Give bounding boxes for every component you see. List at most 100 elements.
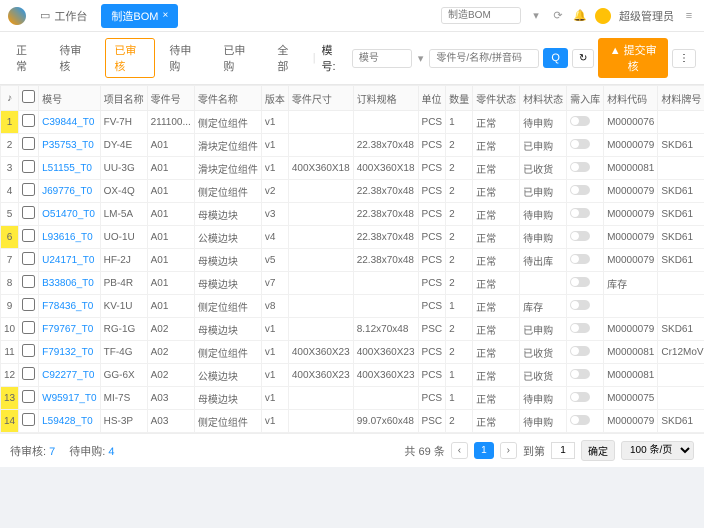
cell-model[interactable]: J69776_T0 bbox=[39, 180, 100, 203]
close-icon[interactable]: × bbox=[162, 10, 168, 21]
col-header[interactable]: 零件状态 bbox=[473, 86, 520, 111]
col-header[interactable]: 零件名称 bbox=[194, 86, 261, 111]
submit-review-button[interactable]: ▲ 提交审核 bbox=[598, 38, 668, 78]
store-toggle[interactable] bbox=[570, 415, 590, 425]
row-checkbox[interactable] bbox=[22, 206, 35, 219]
store-toggle[interactable] bbox=[570, 185, 590, 195]
table-row[interactable]: 1 C39844_T0 FV-7H 211100... 侧定位组件 v1 PCS… bbox=[1, 111, 704, 134]
page-1-button[interactable]: 1 bbox=[474, 442, 494, 459]
dropdown-icon[interactable]: ▾ bbox=[529, 9, 543, 23]
prev-page-button[interactable]: ‹ bbox=[451, 442, 468, 459]
cell-model[interactable]: U24171_T0 bbox=[39, 249, 100, 272]
page-size-select[interactable]: 100 条/页 bbox=[621, 441, 694, 460]
tab-bom[interactable]: 制造BOM× bbox=[101, 4, 178, 28]
col-header[interactable]: 数量 bbox=[446, 86, 473, 111]
cell-model[interactable]: O51470_T0 bbox=[39, 203, 100, 226]
row-checkbox[interactable] bbox=[22, 275, 35, 288]
table-row[interactable]: 5 O51470_T0 LM-5A A01 母模边块 v3 22.38x70x4… bbox=[1, 203, 704, 226]
row-checkbox[interactable] bbox=[22, 413, 35, 426]
store-toggle[interactable] bbox=[570, 300, 590, 310]
col-header[interactable]: 零件号 bbox=[147, 86, 194, 111]
table-row[interactable]: 2 P35753_T0 DY-4E A01 滑块定位组件 v1 22.38x70… bbox=[1, 134, 704, 157]
store-toggle[interactable] bbox=[570, 162, 590, 172]
cell-model[interactable]: P35753_T0 bbox=[39, 134, 100, 157]
store-toggle[interactable] bbox=[570, 392, 590, 402]
cell-model[interactable]: L51155_T0 bbox=[39, 157, 100, 180]
row-checkbox[interactable] bbox=[22, 229, 35, 242]
row-checkbox[interactable] bbox=[22, 137, 35, 150]
cell-model[interactable]: F79132_T0 bbox=[39, 341, 100, 364]
col-header[interactable]: 订料规格 bbox=[353, 86, 418, 111]
select-all-checkbox[interactable] bbox=[22, 90, 35, 103]
cell-model[interactable]: F78436_T0 bbox=[39, 295, 100, 318]
table-row[interactable]: 6 L93616_T0 UO-1U A01 公模边块 v4 22.38x70x4… bbox=[1, 226, 704, 249]
row-checkbox[interactable] bbox=[22, 183, 35, 196]
more-menu-button[interactable]: ⋮ bbox=[672, 49, 696, 68]
store-toggle[interactable] bbox=[570, 369, 590, 379]
cell-model[interactable]: C92277_T0 bbox=[39, 364, 100, 387]
store-toggle[interactable] bbox=[570, 208, 590, 218]
cell-model[interactable]: C39844_T0 bbox=[39, 111, 100, 134]
row-checkbox[interactable] bbox=[22, 160, 35, 173]
top-search-input[interactable] bbox=[441, 7, 521, 24]
table-row[interactable]: 7 U24171_T0 HF-2J A01 母模边块 v5 22.38x70x4… bbox=[1, 249, 704, 272]
chevron-down-icon[interactable]: ▾ bbox=[418, 52, 424, 65]
tab-workbench[interactable]: ▭工作台 bbox=[30, 4, 97, 28]
table-row[interactable]: 13 W95917_T0 MI-7S A03 母模边块 v1 PCS 1 正常 … bbox=[1, 387, 704, 410]
next-page-button[interactable]: › bbox=[500, 442, 517, 459]
page-input[interactable] bbox=[551, 442, 575, 459]
refresh-icon[interactable]: ⟳ bbox=[551, 9, 565, 23]
col-header[interactable]: 需入库 bbox=[567, 86, 604, 111]
col-header[interactable]: 材料牌号 bbox=[658, 86, 704, 111]
cell-model[interactable]: B33806_T0 bbox=[39, 272, 100, 295]
col-header[interactable]: 材料代码 bbox=[604, 86, 658, 111]
cell-model[interactable]: L59428_T0 bbox=[39, 410, 100, 433]
filter-pending-review[interactable]: 待审核 bbox=[51, 39, 99, 77]
reset-button[interactable]: ↻ bbox=[572, 49, 594, 68]
col-header[interactable]: 项目名称 bbox=[100, 86, 147, 111]
store-toggle[interactable] bbox=[570, 116, 590, 126]
table-row[interactable]: 10 F79767_T0 RG-1G A02 母模边块 v1 8.12x70x4… bbox=[1, 318, 704, 341]
search-input[interactable] bbox=[429, 49, 539, 68]
filter-purchased[interactable]: 已申购 bbox=[215, 39, 263, 77]
table-row[interactable]: 11 F79132_T0 TF-4G A02 侧定位组件 v1 400X360X… bbox=[1, 341, 704, 364]
confirm-page-button[interactable]: 确定 bbox=[581, 440, 615, 461]
filter-normal[interactable]: 正常 bbox=[8, 39, 45, 77]
table-row[interactable]: 14 L59428_T0 HS-3P A03 侧定位组件 v1 99.07x60… bbox=[1, 410, 704, 433]
col-header[interactable]: 单位 bbox=[418, 86, 446, 111]
store-toggle[interactable] bbox=[570, 231, 590, 241]
filter-all[interactable]: 全部 bbox=[269, 39, 306, 77]
store-toggle[interactable] bbox=[570, 254, 590, 264]
table-row[interactable]: 12 C92277_T0 GG-6X A02 公模边块 v1 400X360X2… bbox=[1, 364, 704, 387]
col-header[interactable]: 零件尺寸 bbox=[288, 86, 353, 111]
table-row[interactable]: 9 F78436_T0 KV-1U A01 侧定位组件 v8 PCS 1 正常 … bbox=[1, 295, 704, 318]
col-header[interactable]: 版本 bbox=[261, 86, 288, 111]
row-checkbox[interactable] bbox=[22, 390, 35, 403]
store-toggle[interactable] bbox=[570, 277, 590, 287]
row-checkbox[interactable] bbox=[22, 344, 35, 357]
row-checkbox[interactable] bbox=[22, 252, 35, 265]
row-checkbox[interactable] bbox=[22, 114, 35, 127]
bell-icon[interactable]: 🔔 bbox=[573, 9, 587, 23]
table-row[interactable]: 8 B33806_T0 PB-4R A01 母模边块 v7 PCS 2 正常 库… bbox=[1, 272, 704, 295]
cell-model[interactable]: W95917_T0 bbox=[39, 387, 100, 410]
store-toggle[interactable] bbox=[570, 139, 590, 149]
table-row[interactable]: 3 L51155_T0 UU-3G A01 滑块定位组件 v1 400X360X… bbox=[1, 157, 704, 180]
filter-pending-purchase[interactable]: 待申购 bbox=[161, 39, 209, 77]
filter-reviewed[interactable]: 已审核 bbox=[105, 38, 155, 78]
row-checkbox[interactable] bbox=[22, 298, 35, 311]
row-checkbox[interactable] bbox=[22, 321, 35, 334]
model-input[interactable] bbox=[352, 49, 412, 68]
row-checkbox[interactable] bbox=[22, 367, 35, 380]
menu-icon[interactable]: ≡ bbox=[682, 9, 696, 23]
cell-spec bbox=[353, 295, 418, 318]
store-toggle[interactable] bbox=[570, 346, 590, 356]
avatar[interactable] bbox=[595, 8, 611, 24]
store-toggle[interactable] bbox=[570, 323, 590, 333]
search-button[interactable]: Q bbox=[543, 48, 568, 68]
cell-model[interactable]: F79767_T0 bbox=[39, 318, 100, 341]
cell-model[interactable]: L93616_T0 bbox=[39, 226, 100, 249]
col-header[interactable]: 材料状态 bbox=[520, 86, 567, 111]
table-row[interactable]: 4 J69776_T0 OX-4Q A01 侧定位组件 v2 22.38x70x… bbox=[1, 180, 704, 203]
col-header[interactable]: 模号 bbox=[39, 86, 100, 111]
